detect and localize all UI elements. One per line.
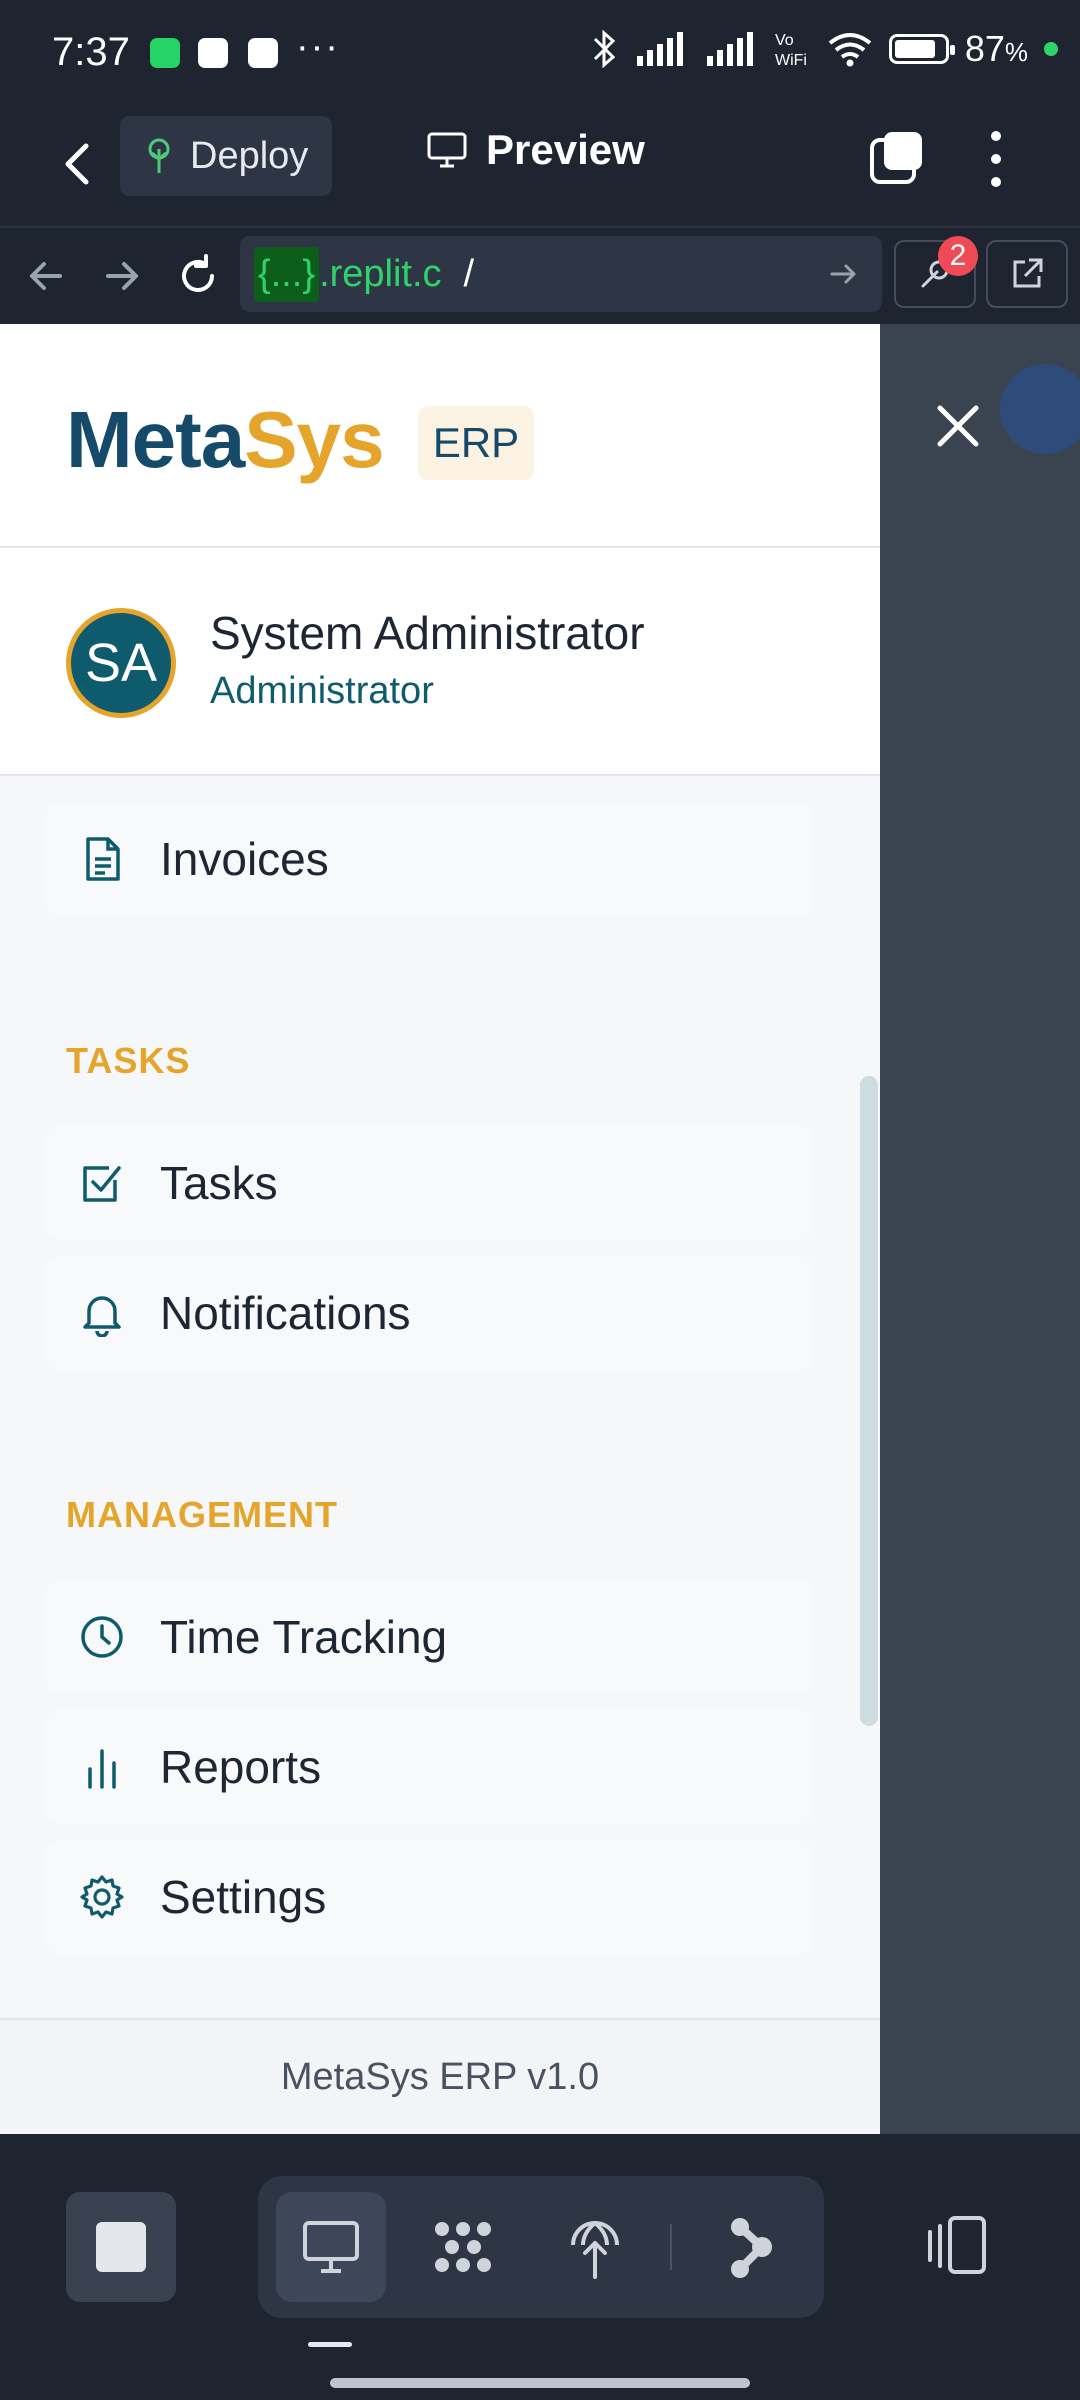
arrow-right-icon: [106, 262, 138, 290]
nav-item-reports[interactable]: Reports: [46, 1710, 814, 1824]
wifi-icon: [828, 33, 872, 67]
preview-label: Preview: [486, 126, 645, 173]
gear-icon: [72, 1867, 132, 1927]
home-indicator[interactable]: [330, 2378, 750, 2388]
background-avatar: [1000, 364, 1080, 454]
bar-chart-icon: [72, 1737, 132, 1797]
brand-logo: MetaSys: [66, 395, 385, 484]
app-bar: Deploy Preview: [0, 110, 1080, 228]
section-management: MANAGEMENT: [66, 1494, 338, 1535]
publish-icon: [571, 2221, 619, 2279]
close-icon: [937, 405, 979, 447]
url-bar: {...} .replit.c /: [0, 228, 1080, 324]
browser-forward-button[interactable]: [96, 250, 148, 302]
monitor-icon: [427, 132, 467, 168]
more-options-button[interactable]: [976, 124, 1016, 194]
external-link-icon: [1013, 258, 1043, 288]
url-host: .replit.c: [319, 252, 442, 295]
erp-badge: ERP: [418, 406, 534, 480]
drawer-scrollbar[interactable]: [860, 1076, 878, 1726]
clock: 7:37: [52, 30, 130, 74]
slack-icon: [198, 38, 228, 68]
nav-item-tasks[interactable]: Tasks: [46, 1126, 814, 1240]
deploy-view-button[interactable]: [540, 2192, 650, 2302]
agent-view-button[interactable]: [408, 2192, 518, 2302]
nav-item-label: Time Tracking: [160, 1611, 448, 1663]
bottom-toolbar: [0, 2134, 1080, 2400]
agent-icon: [435, 2222, 491, 2272]
vowifi-icon: Vo WiFi: [775, 32, 807, 69]
stop-button[interactable]: [66, 2192, 176, 2302]
active-indicator: [308, 2342, 352, 2347]
browser-back-button[interactable]: [20, 250, 72, 302]
user-name: System Administrator: [210, 607, 645, 659]
nav-item-label: Tasks: [160, 1157, 278, 1209]
battery-icon: [888, 34, 955, 64]
nav-drawer: MetaSys ERP SA System Administrator Admi…: [0, 324, 880, 2134]
nav-item-label: Settings: [160, 1871, 327, 1923]
more-notifications-icon: ···: [296, 26, 340, 68]
avatar: SA: [66, 608, 176, 718]
open-new-tab-button[interactable]: [986, 240, 1068, 308]
drawer-header: MetaSys ERP: [0, 324, 880, 548]
monitor-icon: [303, 2221, 359, 2273]
nav-item-label: Invoices: [160, 833, 329, 885]
battery-level: 87%: [964, 28, 1028, 69]
whatsapp-icon: [150, 38, 180, 68]
svg-text:WiFi: WiFi: [775, 52, 807, 69]
git-view-button[interactable]: [696, 2192, 806, 2302]
close-drawer-button[interactable]: [928, 396, 988, 456]
git-branch-icon: [731, 2218, 772, 2278]
bell-icon: [72, 1283, 132, 1343]
nav-item-time-tracking[interactable]: Time Tracking: [46, 1580, 814, 1694]
svg-text:Vo: Vo: [775, 32, 794, 49]
checkbox-icon: [72, 1153, 132, 1213]
tabs-icon: [870, 132, 922, 184]
go-arrow-icon[interactable]: [824, 254, 864, 294]
preview-tab[interactable]: Preview: [426, 126, 645, 174]
deploy-label: Deploy: [190, 134, 309, 177]
back-button[interactable]: [48, 128, 108, 200]
user-role: Administrator: [210, 670, 434, 712]
notification-badge: 2: [938, 236, 978, 276]
tabs-button[interactable]: [868, 128, 928, 188]
deploy-icon: [148, 138, 170, 173]
url-path: /: [463, 252, 475, 295]
nav-item-label: Notifications: [160, 1287, 411, 1339]
document-icon: [72, 829, 132, 889]
signal-icon-2: [706, 32, 753, 66]
nav-item-label: Reports: [160, 1741, 322, 1793]
section-tasks: TASKS: [66, 1040, 191, 1081]
device-toggle-button[interactable]: [920, 2206, 1000, 2286]
backdrop-overlay[interactable]: [880, 324, 1080, 2134]
stop-icon: [96, 2222, 146, 2272]
status-bar: 7:37 ··· Vo WiFi 87%: [0, 0, 1080, 110]
drawer-footer: MetaSys ERP v1.0: [0, 2018, 880, 2134]
clock-icon: [72, 1607, 132, 1667]
nav-item-settings[interactable]: Settings: [46, 1840, 814, 1954]
bluetooth-icon: [593, 29, 616, 69]
kebab-menu-icon: [991, 131, 1001, 187]
user-profile: SA System Administrator Administrator: [0, 548, 880, 776]
upwork-icon: [248, 38, 278, 68]
preview-view-button[interactable]: [276, 2192, 386, 2302]
signal-icon: [636, 32, 683, 66]
divider: [670, 2224, 672, 2270]
url-field[interactable]: {...} .replit.c /: [240, 236, 882, 312]
url-host-highlight: {...}: [254, 246, 320, 302]
deploy-button[interactable]: Deploy: [120, 116, 332, 196]
active-dot-icon: [1044, 42, 1058, 56]
webview: MetaSys ERP SA System Administrator Admi…: [0, 324, 1080, 2134]
reload-button[interactable]: [172, 250, 224, 302]
chevron-left-icon: [65, 143, 89, 185]
arrow-left-icon: [30, 262, 62, 290]
nav-item-invoices[interactable]: Invoices: [46, 802, 814, 916]
workspace-switcher: [258, 2176, 824, 2318]
reload-icon: [182, 254, 214, 292]
nav-item-notifications[interactable]: Notifications: [46, 1256, 814, 1370]
device-icon: [928, 2216, 986, 2274]
